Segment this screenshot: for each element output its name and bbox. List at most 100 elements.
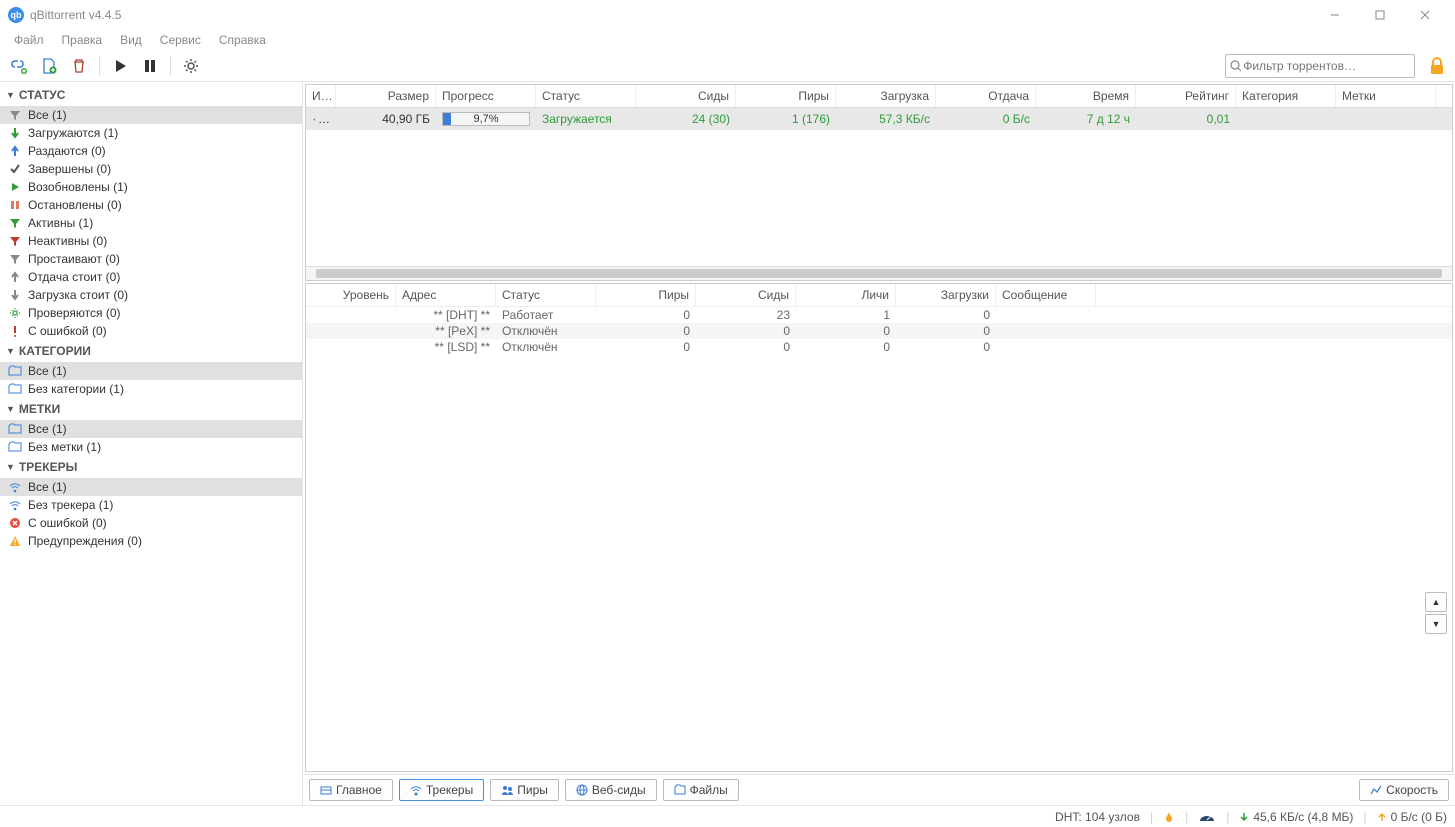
sidebar-item-label: С ошибкой (0): [28, 324, 107, 338]
move-down-button[interactable]: ▼: [1425, 614, 1447, 634]
sidebar-section-categories[interactable]: ▼КАТЕГОРИИ: [0, 340, 302, 362]
status-download[interactable]: 45,6 КБ/с (4,8 МБ): [1239, 810, 1353, 824]
column-header[interactable]: И…: [306, 85, 336, 107]
horizontal-scrollbar[interactable]: [306, 266, 1452, 280]
column-header[interactable]: Статус: [536, 85, 636, 107]
sidebar-item-label: Завершены (0): [28, 162, 111, 176]
sidebar-section-trackers[interactable]: ▼ТРЕКЕРЫ: [0, 456, 302, 478]
torrent-row[interactable]: … 40,90 ГБ 9,7% Загружается 24 (30) 1 (1…: [306, 108, 1452, 130]
column-header[interactable]: Прогресс: [436, 85, 536, 107]
folder-icon: [8, 383, 22, 395]
filter-input[interactable]: [1241, 57, 1410, 75]
sidebar-item-status-2[interactable]: Раздаются (0): [0, 142, 302, 160]
sidebar-item-status-10[interactable]: Загрузка стоит (0): [0, 286, 302, 304]
sidebar-item-status-9[interactable]: Отдача стоит (0): [0, 268, 302, 286]
tracker-row[interactable]: ** [LSD] ** Отключён 0 0 0 0: [306, 339, 1452, 355]
sidebar-section-tags[interactable]: ▼МЕТКИ: [0, 398, 302, 420]
menu-tools[interactable]: Сервис: [152, 31, 209, 49]
tab-trackers[interactable]: Трекеры: [399, 779, 484, 801]
column-header[interactable]: Размер: [336, 85, 436, 107]
column-header[interactable]: Отдача: [936, 85, 1036, 107]
torrent-columns[interactable]: И…РазмерПрогрессСтатусСидыПирыЗагрузкаОт…: [306, 85, 1452, 108]
status-firewall-icon[interactable]: [1163, 810, 1175, 824]
sidebar-item-status-7[interactable]: Неактивны (0): [0, 232, 302, 250]
window-title: qBittorrent v4.4.5: [30, 8, 121, 22]
sidebar-item-status-0[interactable]: Все (1): [0, 106, 302, 124]
menu-edit[interactable]: Правка: [54, 31, 111, 49]
close-button[interactable]: [1402, 0, 1447, 30]
tracker-row[interactable]: ** [PeX] ** Отключён 0 0 0 0: [306, 323, 1452, 339]
resume-button[interactable]: [107, 53, 133, 79]
menu-file[interactable]: Файл: [6, 31, 52, 49]
tracker-column-header[interactable]: Пиры: [596, 284, 696, 306]
sidebar-item-trackers-2[interactable]: С ошибкой (0): [0, 514, 302, 532]
tab-speed[interactable]: Скорость: [1359, 779, 1449, 801]
sidebar-item-label: Загружаются (1): [28, 126, 118, 140]
menu-help[interactable]: Справка: [211, 31, 274, 49]
column-header[interactable]: Загрузка: [836, 85, 936, 107]
tracker-column-header[interactable]: Адрес: [396, 284, 496, 306]
sidebar-item-categories-0[interactable]: Все (1): [0, 362, 302, 380]
tracker-column-header[interactable]: Сиды: [696, 284, 796, 306]
sidebar-item-status-11[interactable]: Проверяются (0): [0, 304, 302, 322]
status-bar: DHT: 104 узлов | | | 45,6 КБ/с (4,8 МБ) …: [0, 805, 1455, 827]
column-header[interactable]: Пиры: [736, 85, 836, 107]
details-pane: УровеньАдресСтатусПирыСидыЛичиЗагрузкиСо…: [305, 283, 1453, 772]
column-header[interactable]: Метки: [1336, 85, 1436, 107]
sidebar-item-status-3[interactable]: Завершены (0): [0, 160, 302, 178]
tracker-row[interactable]: ** [DHT] ** Работает 0 23 1 0: [306, 307, 1452, 323]
pause-button[interactable]: [137, 53, 163, 79]
column-header[interactable]: Категория: [1236, 85, 1336, 107]
warn-icon: [8, 535, 22, 547]
up-icon: [8, 145, 22, 157]
lock-icon[interactable]: [1425, 54, 1449, 78]
sidebar-item-trackers-1[interactable]: Без трекера (1): [0, 496, 302, 514]
tab-files[interactable]: Файлы: [663, 779, 739, 801]
move-up-button[interactable]: ▲: [1425, 592, 1447, 612]
delete-button[interactable]: [66, 53, 92, 79]
sidebar-item-tags-1[interactable]: Без метки (1): [0, 438, 302, 456]
tracker-columns[interactable]: УровеньАдресСтатусПирыСидыЛичиЗагрузкиСо…: [306, 284, 1452, 307]
menu-view[interactable]: Вид: [112, 31, 150, 49]
column-header[interactable]: Рейтинг: [1136, 85, 1236, 107]
tracker-column-header[interactable]: Сообщение: [996, 284, 1096, 306]
tab-peers[interactable]: Пиры: [490, 779, 559, 801]
tracker-column-header[interactable]: Статус: [496, 284, 596, 306]
sidebar-item-status-1[interactable]: Загружаются (1): [0, 124, 302, 142]
status-dht[interactable]: DHT: 104 узлов: [1055, 810, 1140, 824]
sidebar-item-label: Простаивают (0): [28, 252, 120, 266]
download-icon: [312, 114, 315, 124]
column-header[interactable]: Сиды: [636, 85, 736, 107]
sidebar-item-status-12[interactable]: С ошибкой (0): [0, 322, 302, 340]
status-alt-speed-icon[interactable]: [1198, 811, 1216, 823]
filter-icon: [8, 109, 22, 121]
add-link-button[interactable]: [6, 53, 32, 79]
search-wrap[interactable]: [1225, 54, 1415, 78]
settings-button[interactable]: [178, 53, 204, 79]
sidebar-section-status[interactable]: ▼СТАТУС: [0, 84, 302, 106]
sidebar-item-tags-0[interactable]: Все (1): [0, 420, 302, 438]
toolbar: [0, 50, 1455, 82]
tracker-column-header[interactable]: Личи: [796, 284, 896, 306]
sidebar-item-status-4[interactable]: Возобновлены (1): [0, 178, 302, 196]
sidebar-item-categories-1[interactable]: Без категории (1): [0, 380, 302, 398]
tracker-column-header[interactable]: Загрузки: [896, 284, 996, 306]
sidebar: ▼СТАТУСВсе (1)Загружаются (1)Раздаются (…: [0, 82, 303, 805]
sidebar-item-label: Остановлены (0): [28, 198, 122, 212]
column-header[interactable]: Время: [1036, 85, 1136, 107]
tab-general[interactable]: Главное: [309, 779, 393, 801]
sidebar-item-label: Проверяются (0): [28, 306, 121, 320]
pause-icon: [8, 199, 22, 211]
sidebar-item-trackers-3[interactable]: Предупреждения (0): [0, 532, 302, 550]
filter-icon: [8, 253, 22, 265]
status-upload[interactable]: 0 Б/с (0 Б): [1377, 810, 1447, 824]
tracker-column-header[interactable]: Уровень: [306, 284, 396, 306]
sidebar-item-status-8[interactable]: Простаивают (0): [0, 250, 302, 268]
maximize-button[interactable]: [1357, 0, 1402, 30]
minimize-button[interactable]: [1312, 0, 1357, 30]
sidebar-item-status-5[interactable]: Остановлены (0): [0, 196, 302, 214]
sidebar-item-trackers-0[interactable]: Все (1): [0, 478, 302, 496]
sidebar-item-status-6[interactable]: Активны (1): [0, 214, 302, 232]
tab-webseeds[interactable]: Веб-сиды: [565, 779, 657, 801]
add-file-button[interactable]: [36, 53, 62, 79]
